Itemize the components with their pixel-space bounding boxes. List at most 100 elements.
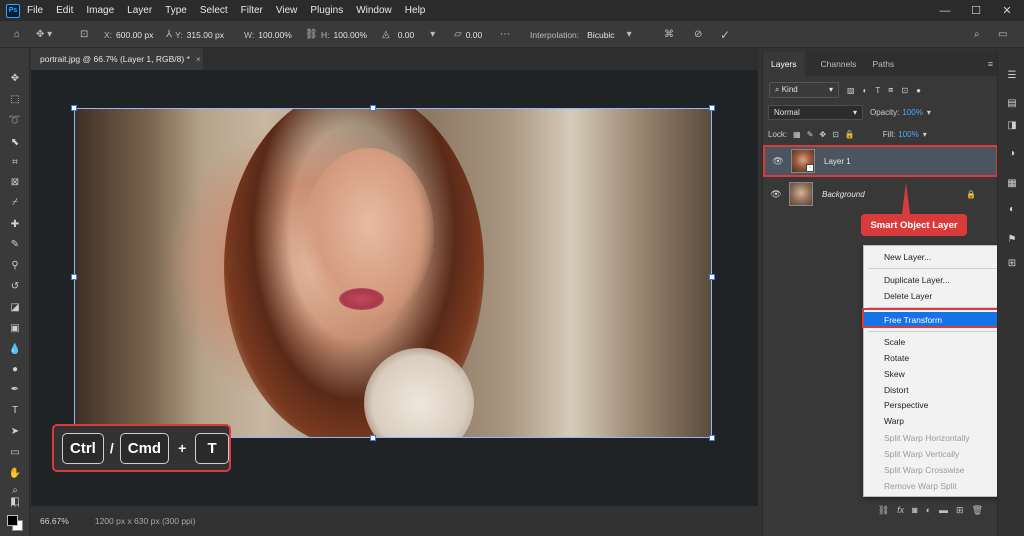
- filter-adjustment-icon[interactable]: ◐: [863, 86, 868, 95]
- move-tool-icon[interactable]: ✥: [6, 70, 24, 86]
- layer-name[interactable]: Background: [822, 190, 865, 199]
- libraries-icon[interactable]: ▤: [1005, 96, 1019, 110]
- warp-mode-icon[interactable]: ⌘: [664, 21, 674, 48]
- filter-pixel-icon[interactable]: ▨: [847, 86, 855, 95]
- transform-handle-right[interactable]: [709, 274, 715, 280]
- reference-point-icon[interactable]: ⊡: [80, 21, 88, 48]
- width-field[interactable]: W: 100.00%: [244, 21, 292, 48]
- document-tab[interactable]: portrait.jpg @ 66.7% (Layer 1, RGB/8) * …: [31, 48, 203, 70]
- lasso-tool-icon[interactable]: ➰: [6, 112, 24, 128]
- transform-handle-top[interactable]: [370, 105, 376, 111]
- transform-handle-left[interactable]: [71, 274, 77, 280]
- close-window-button[interactable]: ✕: [992, 0, 1022, 21]
- add-mask-icon[interactable]: ◙: [912, 505, 917, 515]
- filter-smart-object-icon[interactable]: ⊡: [901, 86, 908, 95]
- color-icon[interactable]: ◑: [1005, 146, 1019, 160]
- eraser-tool-icon[interactable]: ◪: [6, 299, 24, 315]
- kind-filter-select[interactable]: ⌕ Kind ▾: [769, 82, 839, 98]
- pen-tool-icon[interactable]: ✒: [6, 381, 24, 397]
- gradient-tool-icon[interactable]: ▣: [6, 320, 24, 336]
- interpolation-select[interactable]: Interpolation: Bicubic ▾: [530, 21, 632, 48]
- lock-artboard-icon[interactable]: ⊡: [832, 130, 839, 139]
- menu-plugins[interactable]: Plugins: [310, 5, 343, 16]
- maintain-aspect-ratio-icon[interactable]: ⛓: [305, 21, 318, 48]
- filter-type-icon[interactable]: T: [875, 86, 880, 95]
- filter-shape-icon[interactable]: ⧈: [888, 85, 893, 95]
- fill-dropdown-icon[interactable]: ▾: [923, 130, 927, 139]
- menu-item-rotate[interactable]: Rotate: [864, 350, 1004, 366]
- dodge-tool-icon[interactable]: ●: [6, 361, 24, 377]
- transform-handle-top-left[interactable]: [71, 105, 77, 111]
- y-position-field[interactable]: ⅄ Y: 315.00 px: [166, 21, 224, 48]
- patterns-icon[interactable]: ⚑: [1005, 232, 1019, 246]
- panel-menu-icon[interactable]: ≡: [988, 59, 993, 69]
- close-document-icon[interactable]: ×: [196, 54, 201, 64]
- menu-file[interactable]: File: [27, 5, 43, 16]
- marquee-tool-icon[interactable]: ⬚: [6, 91, 24, 107]
- new-layer-icon[interactable]: ⊞: [956, 505, 964, 516]
- history-brush-tool-icon[interactable]: ↺: [6, 278, 24, 294]
- move-tool-preset-icon[interactable]: ✥ ▾: [36, 21, 52, 48]
- transform-handle-bottom[interactable]: [370, 435, 376, 441]
- fill-value[interactable]: 100%: [898, 130, 918, 139]
- lock-all-icon[interactable]: 🔒: [845, 130, 855, 139]
- blur-tool-icon[interactable]: 💧: [6, 341, 24, 357]
- lock-transparent-icon[interactable]: ▦: [793, 130, 801, 139]
- menu-item-scale[interactable]: Scale: [864, 334, 1004, 350]
- eyedropper-tool-icon[interactable]: ⌿: [6, 194, 24, 210]
- filter-toggle-icon[interactable]: ●: [916, 86, 921, 95]
- minimize-button[interactable]: —: [930, 0, 960, 21]
- path-selection-tool-icon[interactable]: ➤: [6, 423, 24, 439]
- document-info[interactable]: 1200 px x 630 px (300 ppi): [95, 516, 196, 526]
- foreground-color-swatch[interactable]: [7, 515, 18, 526]
- search-icon[interactable]: ⌕: [974, 21, 980, 48]
- transform-handle-bottom-right[interactable]: [709, 435, 715, 441]
- menu-item-warp[interactable]: Warp: [864, 413, 1004, 429]
- rectangle-tool-icon[interactable]: ▭: [6, 444, 24, 460]
- home-icon[interactable]: ⌂: [14, 21, 20, 48]
- maximize-button[interactable]: ☐: [961, 0, 991, 21]
- menu-image[interactable]: Image: [86, 5, 114, 16]
- zoom-level[interactable]: 66.67%: [40, 516, 69, 526]
- menu-item-perspective[interactable]: Perspective: [864, 397, 1004, 413]
- clone-stamp-tool-icon[interactable]: ⚲: [6, 257, 24, 273]
- x-position-field[interactable]: X: 600.00 px: [104, 21, 153, 48]
- menu-view[interactable]: View: [276, 5, 298, 16]
- menu-item-new-layer[interactable]: New Layer...: [864, 249, 1004, 265]
- layer-effects-icon[interactable]: fx: [897, 505, 904, 515]
- opacity-value[interactable]: 100%: [902, 108, 922, 117]
- menu-filter[interactable]: Filter: [241, 5, 263, 16]
- history-icon[interactable]: ⊞: [1005, 256, 1019, 270]
- crop-tool-icon[interactable]: ⌗: [6, 154, 24, 170]
- healing-brush-tool-icon[interactable]: ✚: [6, 216, 24, 232]
- link-layers-icon[interactable]: ⛓: [878, 505, 889, 516]
- cancel-transform-icon[interactable]: ⊘: [694, 21, 702, 48]
- quick-mask-icon[interactable]: ◧: [6, 493, 24, 509]
- skew-field[interactable]: ▱ 0.00: [454, 21, 482, 48]
- layer-name[interactable]: Layer 1: [824, 157, 851, 166]
- layer-row-background[interactable]: 👁 Background 🔒: [763, 178, 998, 210]
- visibility-eye-icon[interactable]: 👁: [766, 189, 786, 200]
- tab-paths[interactable]: Paths: [864, 52, 902, 76]
- transform-handle-top-right[interactable]: [709, 105, 715, 111]
- height-field[interactable]: H: 100.00%: [321, 21, 367, 48]
- opacity-dropdown-icon[interactable]: ▾: [927, 108, 931, 117]
- swatches-icon[interactable]: ▦: [1005, 176, 1019, 190]
- commit-transform-icon[interactable]: ✓: [720, 21, 730, 48]
- menu-item-distort[interactable]: Distort: [864, 382, 1004, 398]
- hand-tool-icon[interactable]: ✋: [6, 465, 24, 481]
- layer-lock-icon[interactable]: 🔒: [966, 190, 976, 199]
- menu-layer[interactable]: Layer: [127, 5, 152, 16]
- menu-window[interactable]: Window: [356, 5, 392, 16]
- adjustments-icon[interactable]: ◨: [1005, 118, 1019, 132]
- frame-tool-icon[interactable]: ⊠: [6, 174, 24, 190]
- lock-position-icon[interactable]: ✥: [819, 130, 826, 139]
- brush-tool-icon[interactable]: ✎: [6, 236, 24, 252]
- rotation-angle-field[interactable]: ◬ 0.00 ▾: [382, 21, 435, 48]
- visibility-eye-icon[interactable]: 👁: [768, 156, 788, 167]
- adjustment-layer-icon[interactable]: ◐: [926, 505, 931, 515]
- menu-edit[interactable]: Edit: [56, 5, 73, 16]
- lock-pixels-icon[interactable]: ✎: [807, 130, 814, 139]
- tab-channels[interactable]: Channels: [813, 52, 865, 76]
- blend-mode-select[interactable]: Normal ▾: [768, 104, 863, 120]
